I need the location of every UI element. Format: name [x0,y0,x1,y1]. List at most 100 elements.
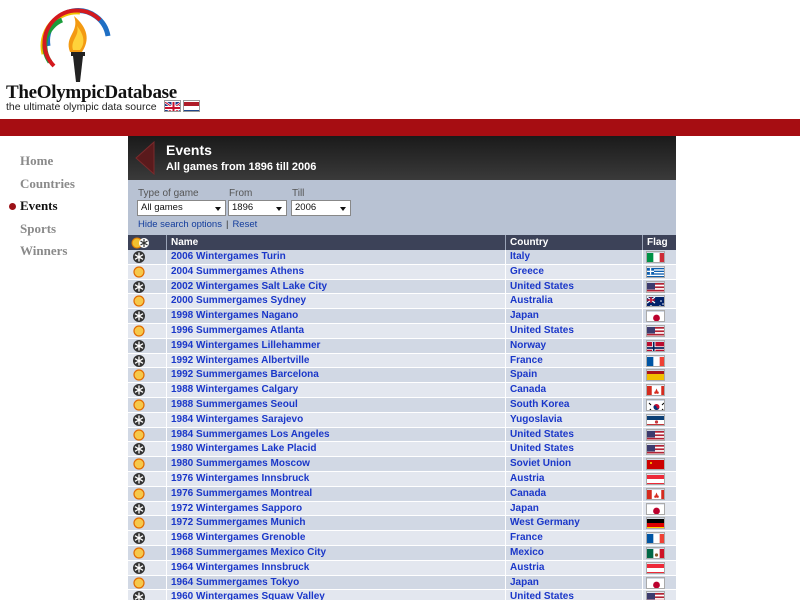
country-link[interactable]: Mexico [510,546,544,560]
country-link[interactable]: Soviet Union [510,457,571,471]
search-options: Type of game All games From 1896 Till 20… [128,180,676,235]
country-column-header[interactable]: Country [505,235,642,250]
table-row: 1976 Summergames Montreal Canada [128,486,676,502]
country-flag-icon [646,369,665,382]
type-of-game-select[interactable]: All games [137,200,226,216]
reset-link[interactable]: Reset [232,219,257,230]
column-divider [166,501,167,516]
country-link[interactable]: Japan [510,502,539,516]
country-link[interactable]: France [510,354,543,368]
till-select[interactable]: 2006 [291,200,351,216]
dutch-flag-icon[interactable] [183,100,200,112]
country-link[interactable]: Austria [510,472,544,486]
hide-search-options-link[interactable]: Hide search options [138,219,222,230]
sun-icon [133,325,145,337]
column-divider [642,442,643,457]
event-name-link[interactable]: 1964 Wintergames Innsbruck [171,561,309,575]
country-link[interactable]: Yugoslavia [510,413,562,427]
country-link[interactable]: Spain [510,368,537,382]
event-name-link[interactable]: 1988 Wintergames Calgary [171,383,298,397]
country-flag-icon [646,487,665,500]
event-type-cell [128,398,166,412]
sun-icon [133,488,145,500]
event-name-link[interactable]: 1998 Wintergames Nagano [171,309,298,323]
event-type-cell [128,324,166,338]
nav-item-winners[interactable]: Winners [20,242,75,265]
snowflake-icon [133,561,145,574]
column-divider [505,383,506,398]
nav-item-sports[interactable]: Sports [20,220,75,243]
country-flag-icon [646,458,665,471]
nav-item-home[interactable]: Home [20,152,75,175]
event-name-link[interactable]: 1972 Summergames Munich [171,516,306,530]
event-name-link[interactable]: 1994 Wintergames Lillehammer [171,339,320,353]
country-flag-icon [646,517,665,530]
country-flag-icon [646,324,665,337]
event-name-link[interactable]: 1976 Wintergames Innsbruck [171,472,309,486]
sun-icon [133,295,145,307]
sun-icon [133,399,145,411]
country-link[interactable]: France [510,531,543,545]
country-link[interactable]: United States [510,428,574,442]
country-link[interactable]: Canada [510,487,546,501]
event-name-link[interactable]: 1976 Summergames Montreal [171,487,312,501]
event-name-link[interactable]: 1960 Wintergames Squaw Valley [171,590,325,600]
table-row: 1994 Wintergames Lillehammer Norway [128,338,676,354]
country-link[interactable]: Japan [510,309,539,323]
country-flag-icon [646,413,665,426]
back-arrow-icon[interactable] [132,140,158,176]
country-link[interactable]: Italy [510,250,530,264]
event-name-link[interactable]: 1980 Wintergames Lake Placid [171,442,317,456]
event-name-link[interactable]: 2002 Wintergames Salt Lake City [171,280,327,294]
country-link[interactable]: South Korea [510,398,569,412]
country-link[interactable]: United States [510,590,574,600]
nav-item-countries[interactable]: Countries [20,175,75,198]
snowflake-icon [133,251,145,263]
event-name-link[interactable]: 1992 Summergames Barcelona [171,368,319,382]
column-divider [166,264,167,279]
column-divider [642,397,643,412]
name-column-header[interactable]: Name [166,235,505,250]
column-divider [642,457,643,472]
event-type-cell [128,472,166,486]
event-type-cell [128,561,166,575]
event-name-link[interactable]: 2006 Wintergames Turin [171,250,286,264]
english-flag-icon[interactable] [164,100,181,112]
event-name-link[interactable]: 1964 Summergames Tokyo [171,576,299,590]
event-name-link[interactable]: 1984 Summergames Los Angeles [171,428,330,442]
nav-item-events[interactable]: Events [9,197,75,220]
country-link[interactable]: Japan [510,576,539,590]
column-divider [505,309,506,324]
column-divider [642,575,643,590]
event-name-link[interactable]: 1992 Wintergames Albertville [171,354,310,368]
from-select[interactable]: 1896 [228,200,287,216]
column-divider [642,309,643,324]
snowflake-icon [133,443,145,456]
event-name-link[interactable]: 1968 Wintergames Grenoble [171,531,305,545]
event-name-link[interactable]: 2000 Summergames Sydney [171,294,306,308]
country-link[interactable]: West Germany [510,516,580,530]
country-link[interactable]: United States [510,324,574,338]
country-link[interactable]: Norway [510,339,546,353]
type-column-header[interactable] [128,235,166,250]
event-name-link[interactable]: 1972 Wintergames Sapporo [171,502,302,516]
country-link[interactable]: Australia [510,294,553,308]
table-row: 2004 Summergames Athens Greece [128,264,676,280]
event-type-cell [128,354,166,368]
event-name-link[interactable]: 1988 Summergames Seoul [171,398,298,412]
event-name-link[interactable]: 2004 Summergames Athens [171,265,304,279]
country-link[interactable]: Canada [510,383,546,397]
column-divider [166,531,167,546]
column-divider [166,412,167,427]
country-flag-icon [646,443,665,456]
table-row: 1980 Summergames Moscow Soviet Union [128,457,676,472]
chevron-down-icon [276,207,282,211]
event-name-link[interactable]: 1980 Summergames Moscow [171,457,310,471]
event-name-link[interactable]: 1984 Wintergames Sarajevo [171,413,303,427]
country-link[interactable]: Austria [510,561,544,575]
country-link[interactable]: United States [510,280,574,294]
country-link[interactable]: Greece [510,265,544,279]
event-name-link[interactable]: 1968 Summergames Mexico City [171,546,326,560]
country-link[interactable]: United States [510,442,574,456]
event-name-link[interactable]: 1996 Summergames Atlanta [171,324,304,338]
